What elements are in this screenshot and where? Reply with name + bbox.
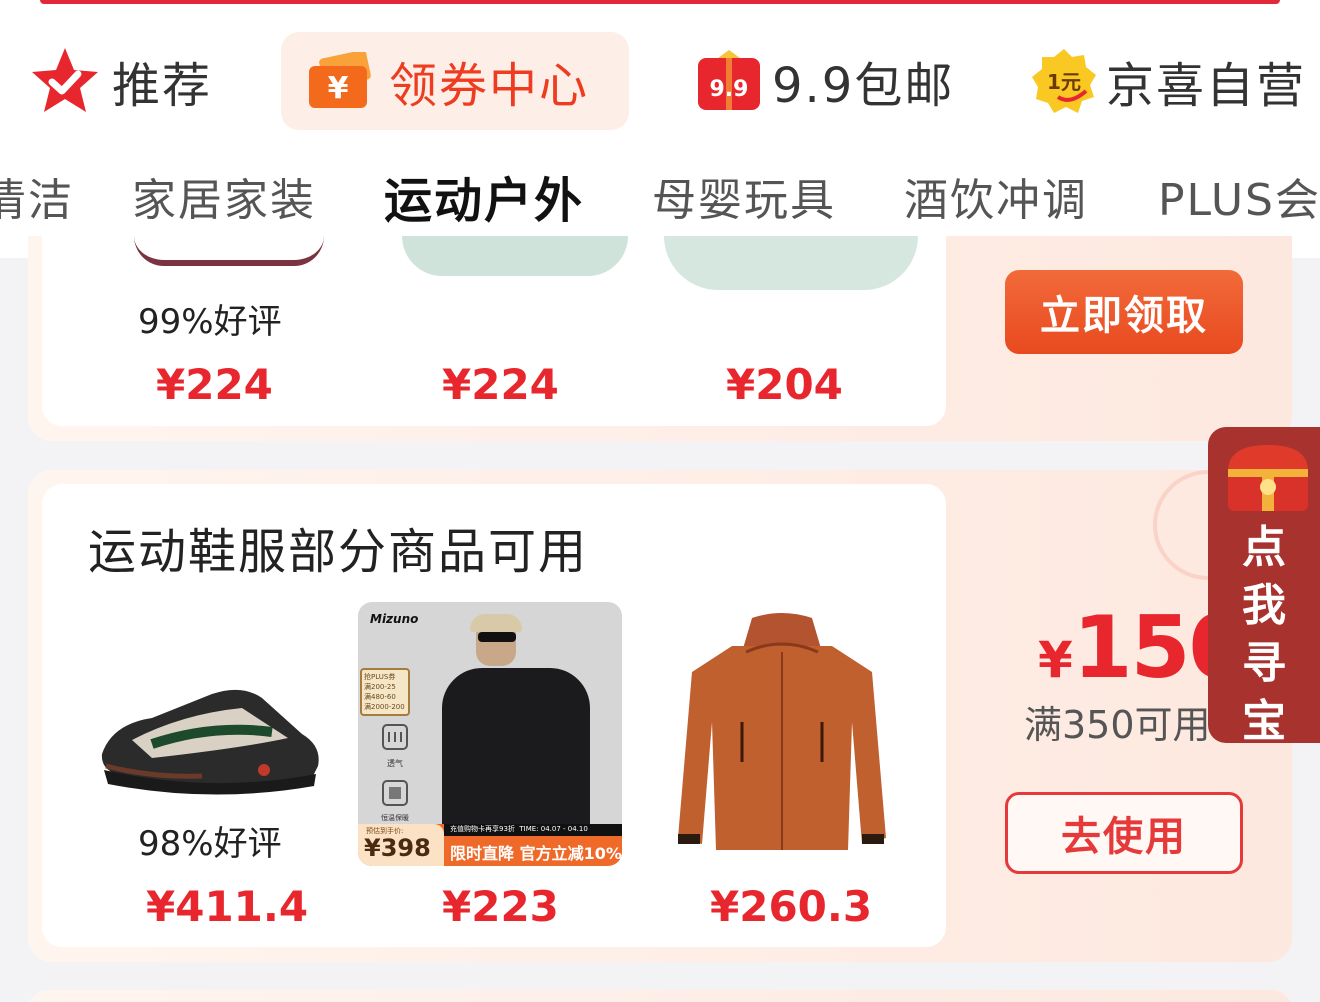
channel-99-free-shipping[interactable]: 9.9 9.9包邮: [696, 32, 954, 130]
brand-logo: Mizuno: [370, 612, 419, 626]
product-price: ¥224: [442, 360, 559, 409]
star-check-icon: [32, 48, 98, 112]
channel-label: 领券中心: [389, 58, 590, 114]
product-image-partial[interactable]: [664, 236, 918, 290]
treasure-chest-icon: [1228, 445, 1308, 511]
claim-now-button[interactable]: 立即领取: [1005, 270, 1243, 354]
search-bar-edge: [0, 0, 1320, 6]
coupon-card: 运动鞋服部分商品可用 98%好评 ¥411.4 Mizuno 抢PLUS券 满2…: [28, 470, 1292, 962]
one-yuan-badge-icon: 1元: [1032, 49, 1096, 113]
product-rating: 98%好评: [138, 824, 282, 864]
top-navigation: 推荐 ¥ 领券中心 9.9 9.9包邮 1元 京喜自营 清洁 家居家装 运动户外…: [0, 0, 1320, 258]
coupon-scope-title: 运动鞋服部分商品可用: [88, 524, 589, 580]
product-panel: 运动鞋服部分商品可用 98%好评 ¥411.4 Mizuno 抢PLUS券 满2…: [42, 484, 946, 947]
svg-text:透气: 透气: [387, 758, 403, 768]
product-panel: 99%好评 ¥224 ¥224 ¥204: [42, 236, 946, 426]
svg-text:恒温保暖: 恒温保暖: [381, 813, 409, 822]
warm-icon: 恒温保暖: [381, 780, 409, 822]
channel-label: 京喜自营: [1106, 58, 1307, 114]
tab-home-decor[interactable]: 家居家装: [132, 165, 316, 237]
model-jacket: [442, 668, 590, 848]
coupon-card-next: [28, 990, 1292, 1002]
product-rating: 99%好评: [138, 302, 282, 342]
channel-label: 推荐: [112, 58, 213, 114]
tab-plus-member[interactable]: PLUS会: [1158, 165, 1320, 237]
use-coupon-button[interactable]: 去使用: [1005, 792, 1243, 874]
product-price: ¥224: [156, 360, 273, 409]
product-price: ¥411.4: [146, 882, 309, 931]
category-tabs: 清洁 家居家装 运动户外 母婴玩具 酒饮冲调 PLUS会: [0, 165, 1320, 245]
breathable-icon: 透气: [382, 724, 408, 768]
tab-baby-toys[interactable]: 母婴玩具: [652, 165, 836, 237]
svg-text:9.9: 9.9: [710, 77, 749, 102]
channel-label: 9.9包邮: [772, 58, 955, 114]
coupon-card: 99%好评 ¥224 ¥224 ¥204 立即领取: [28, 236, 1292, 441]
channel-jingxi-self[interactable]: 1元 京喜自营: [1030, 32, 1306, 130]
product-image-partial[interactable]: [402, 236, 628, 276]
svg-text:1元: 1元: [1047, 70, 1081, 94]
channel-coupon-center[interactable]: ¥ 领券中心: [281, 32, 629, 130]
plus-coupon-tag: 抢PLUS券 满200-25 满480-60 满2000-200: [360, 668, 410, 716]
tab-drinks[interactable]: 酒饮冲调: [904, 165, 1088, 237]
treasure-hunt-float[interactable]: 点我寻宝: [1208, 427, 1320, 747]
product-price: ¥260.3: [710, 882, 873, 931]
product-image-black-jacket[interactable]: Mizuno 抢PLUS券 满200-25 满480-60 满2000-200 …: [358, 602, 622, 866]
product-image-orange-jacket[interactable]: [672, 612, 892, 858]
product-image-sneaker[interactable]: [92, 674, 332, 804]
tab-sports-outdoor[interactable]: 运动户外: [384, 165, 584, 237]
svg-text:¥: ¥: [328, 71, 349, 106]
product-price: ¥204: [726, 360, 843, 409]
promo-banner: 预估到手价: ¥398 充值购物卡再享93折 TIME: 04.07 - 04.…: [358, 824, 622, 866]
price-99-badge-icon: 9.9: [698, 50, 760, 110]
channel-recommend[interactable]: 推荐: [30, 32, 212, 130]
treasure-label: 点我寻宝: [1242, 522, 1286, 747]
coupon-condition: 满350可用: [1024, 703, 1211, 747]
coupon-yen-icon: ¥: [309, 52, 371, 108]
tab-cleaning[interactable]: 清洁: [0, 165, 74, 237]
product-image-partial[interactable]: [134, 236, 324, 266]
product-price: ¥223: [442, 882, 559, 931]
